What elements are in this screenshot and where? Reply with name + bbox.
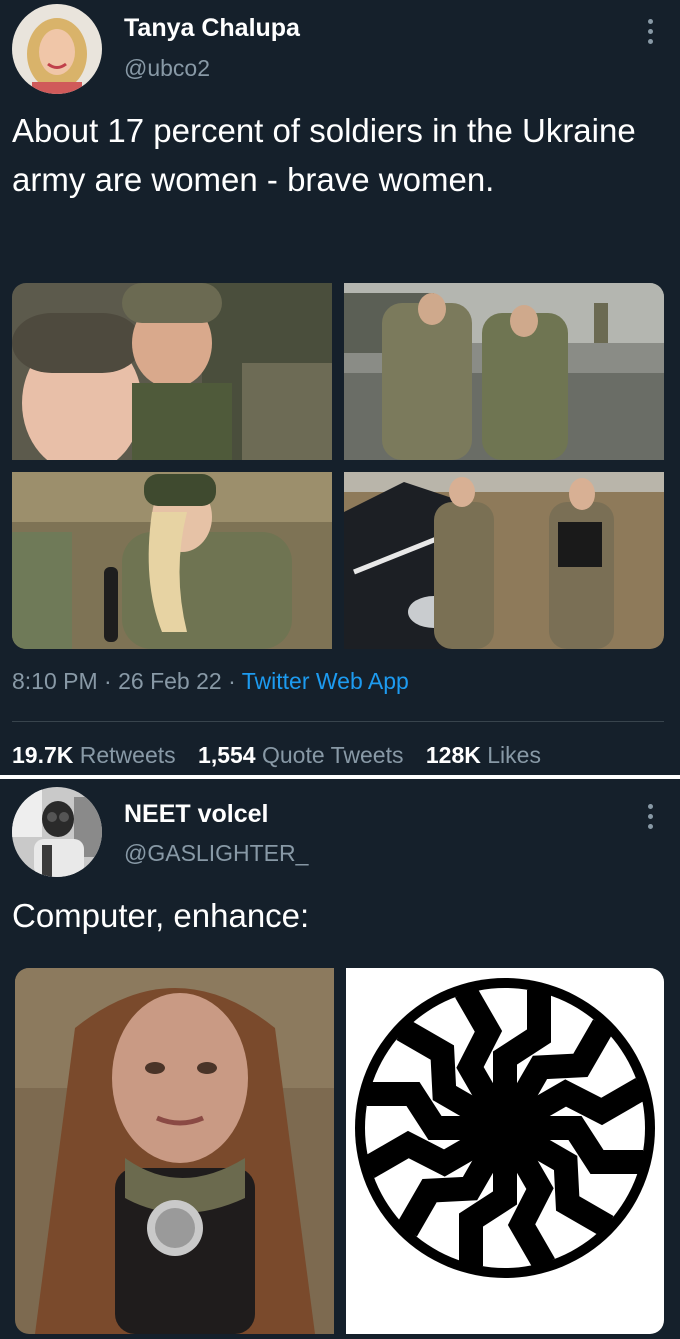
quotes-label: Quote Tweets xyxy=(261,742,404,768)
avatar-photo xyxy=(12,4,102,94)
avatar[interactable] xyxy=(12,787,102,877)
photo-soldier-blonde xyxy=(12,472,332,649)
photo-soldiers-selfie xyxy=(12,283,332,460)
tweet-1[interactable]: Tanya Chalupa @ubco2 About 17 percent of… xyxy=(0,0,680,775)
media-photo-enhanced[interactable] xyxy=(15,968,334,1334)
photo-woman-closeup xyxy=(15,968,334,1334)
author-name[interactable]: NEET volcel xyxy=(124,800,269,829)
author-handle[interactable]: @ubco2 xyxy=(124,55,210,82)
photo-soldiers-walking xyxy=(344,283,664,460)
media-symbol[interactable] xyxy=(346,968,664,1334)
media-photo-1[interactable] xyxy=(12,283,332,460)
author-name[interactable]: Tanya Chalupa xyxy=(124,14,300,43)
tweet-text: About 17 percent of soldiers in the Ukra… xyxy=(12,112,636,198)
tweet-meta: 8:10 PM · 26 Feb 22 · Twitter Web App xyxy=(12,668,409,695)
retweets-label: Retweets xyxy=(79,742,176,768)
tweet-2[interactable]: NEET volcel @GASLIGHTER_ Computer, enhan… xyxy=(0,779,680,1339)
likes-stat[interactable]: 128K Likes xyxy=(426,742,541,768)
quotes-count: 1,554 xyxy=(198,742,256,768)
retweets-stat[interactable]: 19.7K Retweets xyxy=(12,742,176,768)
author-handle[interactable]: @GASLIGHTER_ xyxy=(124,840,308,867)
quotes-stat[interactable]: 1,554 Quote Tweets xyxy=(198,742,403,768)
tweet-stats: 19.7K Retweets 1,554 Quote Tweets 128K L… xyxy=(12,742,557,769)
black-sun-symbol xyxy=(355,978,655,1278)
avatar[interactable] xyxy=(12,4,102,94)
avatar-photo xyxy=(12,787,102,877)
more-icon[interactable] xyxy=(636,799,664,833)
divider xyxy=(12,721,664,722)
likes-count: 128K xyxy=(425,742,481,768)
media-photo-2[interactable] xyxy=(344,283,664,460)
tweet-date[interactable]: 26 Feb 22 xyxy=(118,668,222,694)
meta-separator: · xyxy=(104,668,112,694)
more-icon[interactable] xyxy=(636,14,664,48)
likes-label: Likes xyxy=(487,742,541,768)
media-photo-3[interactable] xyxy=(12,472,332,649)
tweet-text: Computer, enhance: xyxy=(12,897,310,934)
tweet-time[interactable]: 8:10 PM xyxy=(12,668,98,694)
media-photo-4[interactable] xyxy=(344,472,664,649)
retweets-count: 19.7K xyxy=(12,742,74,768)
meta-separator: · xyxy=(228,668,236,694)
tweet-source[interactable]: Twitter Web App xyxy=(242,668,409,694)
photo-soldiers-field-car xyxy=(344,472,664,649)
